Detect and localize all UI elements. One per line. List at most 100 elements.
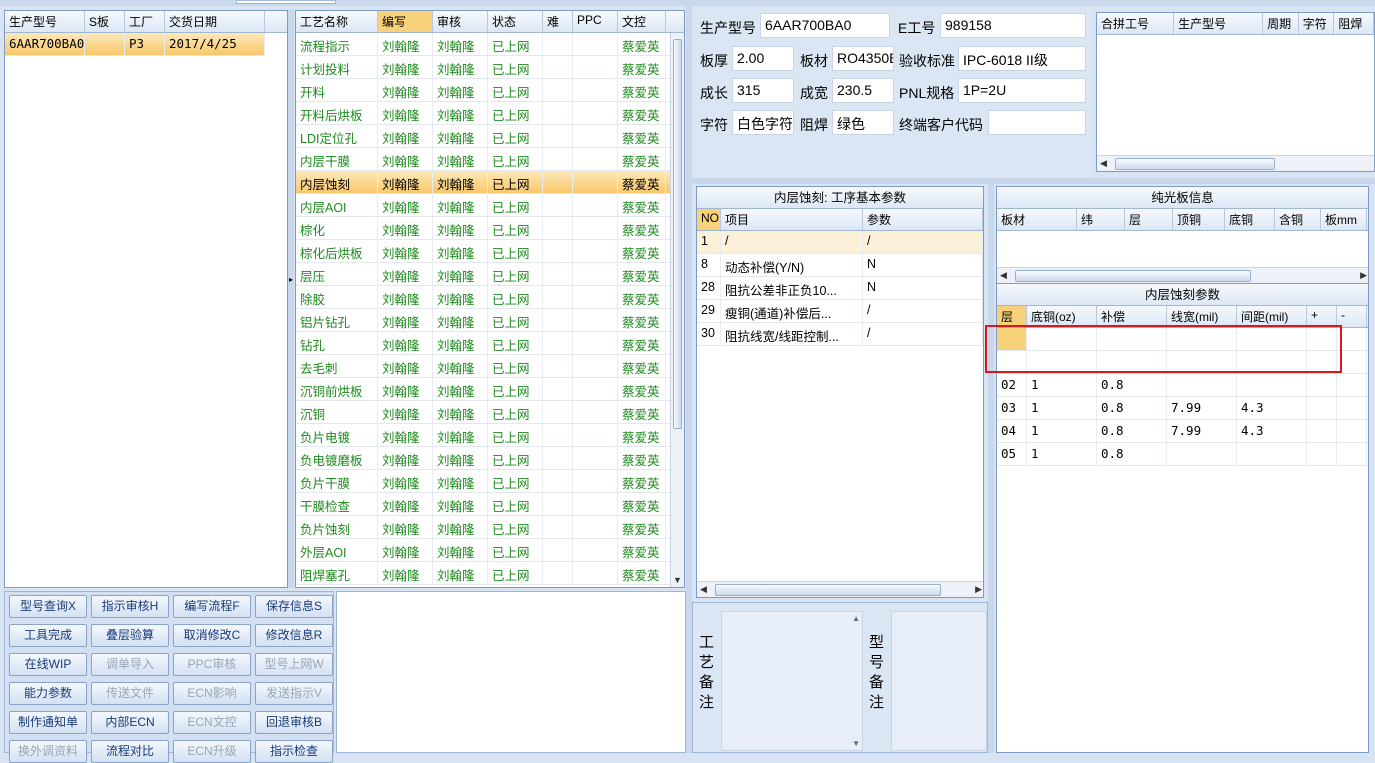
col-header[interactable]: 底铜 bbox=[1225, 209, 1275, 230]
col-header[interactable]: 项目 bbox=[721, 209, 863, 230]
col-header[interactable]: 难 bbox=[543, 11, 573, 32]
col-header[interactable]: 字符 bbox=[1299, 13, 1335, 34]
scroll-down-icon[interactable]: ▼ bbox=[673, 575, 682, 585]
col-header[interactable]: 生产型号 bbox=[5, 11, 85, 32]
process-row-selected[interactable]: 内层蚀刻 刘翰隆 刘翰隆 已上网 蔡爱英 bbox=[296, 171, 684, 194]
action-button[interactable]: 回退审核B bbox=[255, 711, 333, 734]
col-header[interactable]: 底铜(oz) bbox=[1027, 306, 1097, 327]
col-header[interactable]: 工艺名称 bbox=[296, 11, 378, 32]
col-header[interactable]: 阻焊 bbox=[1334, 13, 1374, 34]
field-customer[interactable] bbox=[988, 110, 1086, 135]
process-row[interactable]: 外层AOI 刘翰隆 刘翰隆 已上网 蔡爱英 bbox=[296, 539, 684, 562]
param-row[interactable]: 28 阻抗公差非正负10... N bbox=[697, 277, 983, 300]
scroll-thumb[interactable] bbox=[1015, 270, 1251, 282]
col-header[interactable]: 纬 bbox=[1077, 209, 1125, 230]
col-header[interactable]: 线宽(mil) bbox=[1167, 306, 1237, 327]
param-hscroll[interactable]: ◀ ▶ bbox=[697, 581, 983, 597]
col-header[interactable]: + bbox=[1307, 306, 1337, 327]
col-header-sorted[interactable]: 编写 bbox=[378, 11, 433, 32]
action-button[interactable]: ECN影响 bbox=[173, 682, 251, 705]
action-button[interactable]: 指示检查 bbox=[255, 740, 333, 763]
col-header[interactable]: 生产型号 bbox=[1174, 13, 1264, 34]
action-button[interactable]: 发送指示V bbox=[255, 682, 333, 705]
vertical-splitter[interactable]: ▸ bbox=[288, 10, 294, 588]
action-button[interactable]: 制作通知单 bbox=[9, 711, 87, 734]
process-row[interactable]: 棕化后烘板 刘翰隆 刘翰隆 已上网 蔡爱英 bbox=[296, 240, 684, 263]
horizontal-splitter[interactable] bbox=[692, 178, 1375, 184]
field-thickness[interactable]: 2.00 bbox=[732, 46, 794, 71]
field-eng-no[interactable]: 989158 bbox=[940, 13, 1086, 38]
scroll-thumb[interactable] bbox=[715, 584, 941, 596]
process-row[interactable]: 内层干膜 刘翰隆 刘翰隆 已上网 蔡爱英 bbox=[296, 148, 684, 171]
action-button[interactable]: 调单导入 bbox=[91, 653, 169, 676]
process-remark-field[interactable]: ▲ ▼ bbox=[721, 611, 863, 751]
param-row[interactable]: 1// bbox=[697, 231, 983, 254]
process-vscroll[interactable]: ▼ bbox=[670, 33, 684, 587]
scroll-thumb[interactable] bbox=[1115, 158, 1275, 170]
process-row[interactable]: 开料 刘翰隆 刘翰隆 已上网 蔡爱英 bbox=[296, 79, 684, 102]
action-button[interactable]: 在线WIP bbox=[9, 653, 87, 676]
order-row-selected[interactable]: 6AAR700BA0 P3 2017/4/25 bbox=[5, 33, 265, 56]
process-row[interactable]: 钻孔 刘翰隆 刘翰隆 已上网 蔡爱英 bbox=[296, 332, 684, 355]
etch-row[interactable]: 04 1 0.8 7.99 4.3 bbox=[997, 420, 1368, 443]
action-button[interactable]: 能力参数 bbox=[9, 682, 87, 705]
process-row[interactable]: 负片蚀刻 刘翰隆 刘翰隆 已上网 蔡爱英 bbox=[296, 516, 684, 539]
field-mask[interactable]: 绿色 bbox=[832, 110, 894, 135]
etch-row[interactable]: 03 1 0.8 7.99 4.3 bbox=[997, 397, 1368, 420]
col-header[interactable]: NO bbox=[697, 209, 721, 230]
col-header[interactable]: 间距(mil) bbox=[1237, 306, 1307, 327]
process-row[interactable]: 阻焊塞孔 刘翰隆 刘翰隆 已上网 蔡爱英 bbox=[296, 562, 684, 585]
col-header[interactable]: 文控 bbox=[618, 11, 666, 32]
col-header[interactable]: 板mm bbox=[1321, 209, 1367, 230]
col-header[interactable]: 补偿 bbox=[1097, 306, 1167, 327]
scroll-up-icon[interactable]: ▲ bbox=[852, 614, 860, 623]
col-header[interactable]: PPC bbox=[573, 11, 618, 32]
action-button[interactable]: 传送文件 bbox=[91, 682, 169, 705]
scroll-thumb[interactable] bbox=[673, 39, 682, 429]
process-row[interactable]: 内层AOI 刘翰隆 刘翰隆 已上网 蔡爱英 bbox=[296, 194, 684, 217]
process-row[interactable]: 负片干膜 刘翰隆 刘翰隆 已上网 蔡爱英 bbox=[296, 470, 684, 493]
col-header[interactable]: 顶铜 bbox=[1173, 209, 1225, 230]
field-pnl[interactable]: 1P=2U bbox=[958, 78, 1086, 103]
action-button[interactable]: 编写流程F bbox=[173, 595, 251, 618]
board-hscroll[interactable]: ◀ ▶ bbox=[997, 267, 1368, 283]
process-row[interactable]: 负片电镀 刘翰隆 刘翰隆 已上网 蔡爱英 bbox=[296, 424, 684, 447]
field-length[interactable]: 315 bbox=[732, 78, 794, 103]
scroll-down-icon[interactable]: ▼ bbox=[852, 739, 860, 748]
field-char[interactable]: 白色字符 bbox=[732, 110, 794, 135]
process-row[interactable]: 棕化 刘翰隆 刘翰隆 已上网 蔡爱英 bbox=[296, 217, 684, 240]
model-remark-field[interactable] bbox=[891, 611, 987, 751]
col-header[interactable]: 层 bbox=[997, 306, 1027, 327]
field-width[interactable]: 230.5 bbox=[832, 78, 894, 103]
col-header[interactable]: S板 bbox=[85, 11, 125, 32]
process-row[interactable]: 开料后烘板 刘翰隆 刘翰隆 已上网 蔡爱英 bbox=[296, 102, 684, 125]
action-button[interactable]: ECN文控 bbox=[173, 711, 251, 734]
process-row[interactable]: 沉铜前烘板 刘翰隆 刘翰隆 已上网 蔡爱英 bbox=[296, 378, 684, 401]
process-row[interactable]: 沉铜 刘翰隆 刘翰隆 已上网 蔡爱英 bbox=[296, 401, 684, 424]
col-header[interactable]: 工厂 bbox=[125, 11, 165, 32]
col-header[interactable]: 审核 bbox=[433, 11, 488, 32]
scroll-right-icon[interactable]: ▶ bbox=[1360, 270, 1367, 281]
top-tab-fragment[interactable] bbox=[236, 0, 336, 4]
process-row[interactable]: 计划投料 刘翰隆 刘翰隆 已上网 蔡爱英 bbox=[296, 56, 684, 79]
col-header[interactable]: - bbox=[1337, 306, 1367, 327]
action-button[interactable]: 内部ECN bbox=[91, 711, 169, 734]
action-button[interactable]: 换外调资料 bbox=[9, 740, 87, 763]
process-row[interactable]: 干膜检查 刘翰隆 刘翰隆 已上网 蔡爱英 bbox=[296, 493, 684, 516]
action-button[interactable]: 工具完成 bbox=[9, 624, 87, 647]
action-button[interactable]: PPC审核 bbox=[173, 653, 251, 676]
process-row[interactable]: 去毛刺 刘翰隆 刘翰隆 已上网 蔡爱英 bbox=[296, 355, 684, 378]
process-row[interactable]: 流程指示 刘翰隆 刘翰隆 已上网 蔡爱英 bbox=[296, 33, 684, 56]
action-button[interactable]: 取消修改C bbox=[173, 624, 251, 647]
process-row[interactable]: 铝片钻孔 刘翰隆 刘翰隆 已上网 蔡爱英 bbox=[296, 309, 684, 332]
action-button[interactable]: 型号上网W bbox=[255, 653, 333, 676]
col-header[interactable]: 合拼工号 bbox=[1097, 13, 1175, 34]
scroll-left-icon[interactable]: ◀ bbox=[700, 584, 707, 595]
action-button[interactable]: 流程对比 bbox=[91, 740, 169, 763]
param-row[interactable]: 8 动态补偿(Y/N) N bbox=[697, 254, 983, 277]
col-header[interactable]: 参数 bbox=[863, 209, 983, 230]
scroll-left-icon[interactable]: ◀ bbox=[1000, 270, 1007, 281]
process-row[interactable]: 负电镀磨板 刘翰隆 刘翰隆 已上网 蔡爱英 bbox=[296, 447, 684, 470]
scroll-right-icon[interactable]: ▶ bbox=[975, 584, 982, 595]
action-button[interactable]: 型号查询X bbox=[9, 595, 87, 618]
